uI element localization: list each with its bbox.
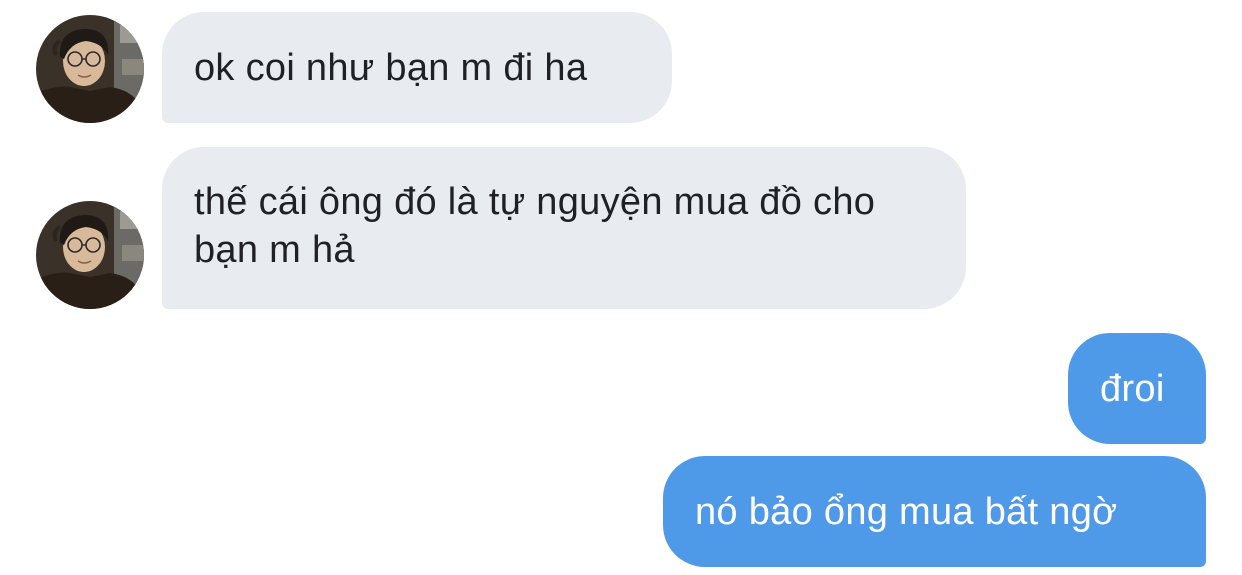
contact-avatar[interactable] xyxy=(36,201,144,309)
message-text: nó bảo ổng mua bất ngờ xyxy=(695,491,1118,533)
outgoing-message-bubble[interactable]: đroi xyxy=(1068,333,1206,444)
avatar-photo-icon xyxy=(36,201,144,309)
message-text: đroi xyxy=(1100,368,1165,410)
message-text: thế cái ông đó là tự nguyện mua đồ cho b… xyxy=(194,181,876,271)
incoming-message-bubble[interactable]: thế cái ông đó là tự nguyện mua đồ cho b… xyxy=(162,147,966,309)
message-text: ok coi như bạn m đi ha xyxy=(194,47,588,89)
contact-avatar[interactable] xyxy=(36,15,144,123)
outgoing-message-bubble[interactable]: nó bảo ổng mua bất ngờ xyxy=(663,456,1206,567)
incoming-message-bubble[interactable]: ok coi như bạn m đi ha xyxy=(162,12,672,123)
avatar-photo-icon xyxy=(36,15,144,123)
